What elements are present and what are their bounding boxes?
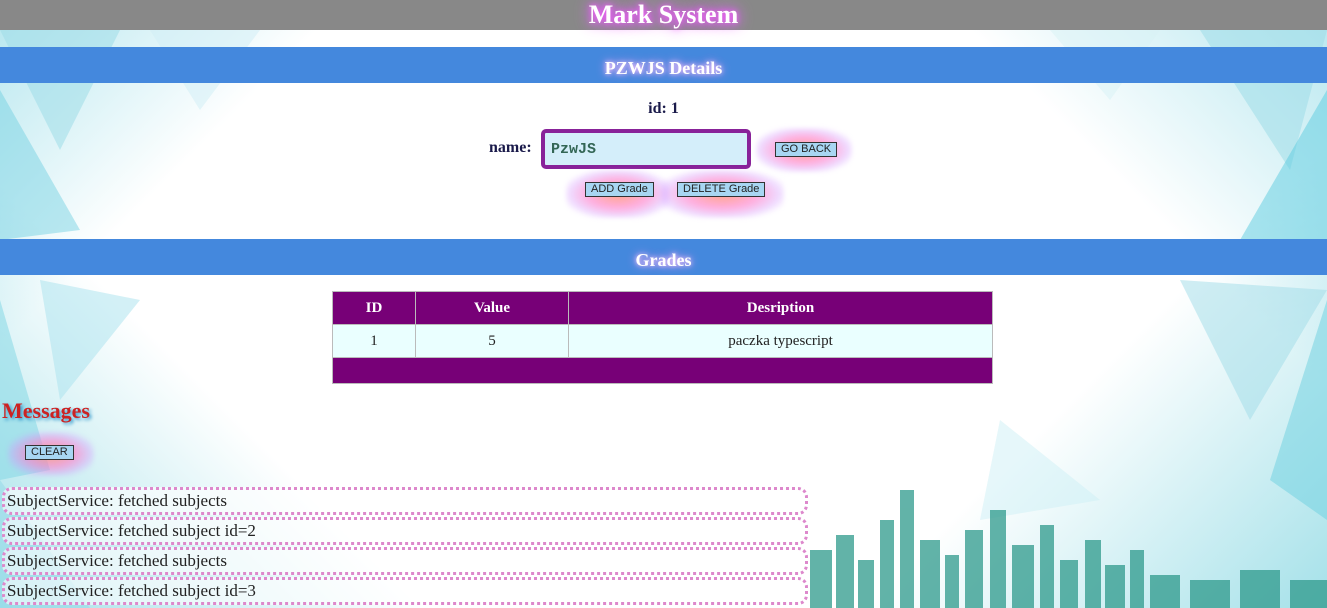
message-item: SubjectService: fetched subject id=2 <box>2 517 808 545</box>
table-footer-row <box>332 357 993 384</box>
message-item: SubjectService: fetched subject id=3 <box>2 577 808 605</box>
column-header-id: ID <box>332 291 416 325</box>
table-footer-cell <box>332 357 993 384</box>
messages-heading: Messages <box>2 398 90 423</box>
column-header-description: Desription <box>568 291 993 325</box>
grades-table: ID Value Desription 1 5 paczka typescrip… <box>332 291 993 384</box>
grade-value-cell: 5 <box>415 324 569 358</box>
name-input[interactable] <box>541 129 751 169</box>
messages-list: SubjectService: fetched subjects Subject… <box>2 487 808 607</box>
details-heading: PZWJS Details <box>604 58 723 78</box>
go-back-button[interactable]: GO BACK <box>775 142 838 157</box>
message-item: SubjectService: fetched subjects <box>2 547 808 575</box>
column-header-value: Value <box>415 291 569 325</box>
app-header: Mark System <box>0 0 1327 30</box>
grade-id-cell: 1 <box>332 324 416 358</box>
details-section-bar: PZWJS Details <box>0 47 1327 83</box>
table-header-row: ID Value Desription <box>332 291 993 325</box>
delete-grade-button[interactable]: DELETE Grade <box>677 182 766 197</box>
name-label: name: <box>489 139 532 156</box>
add-grade-button[interactable]: ADD Grade <box>585 182 654 197</box>
grade-description-cell: paczka typescript <box>568 324 993 358</box>
subject-id: id: 1 <box>648 100 679 117</box>
city-skyline-illustration <box>810 490 1327 608</box>
table-row[interactable]: 1 5 paczka typescript <box>332 324 993 358</box>
app-title: Mark System <box>588 0 739 29</box>
clear-messages-button[interactable]: CLEAR <box>25 445 74 460</box>
grades-section-bar: Grades <box>0 239 1327 275</box>
grades-heading: Grades <box>635 250 692 270</box>
message-item: SubjectService: fetched subjects <box>2 487 808 515</box>
